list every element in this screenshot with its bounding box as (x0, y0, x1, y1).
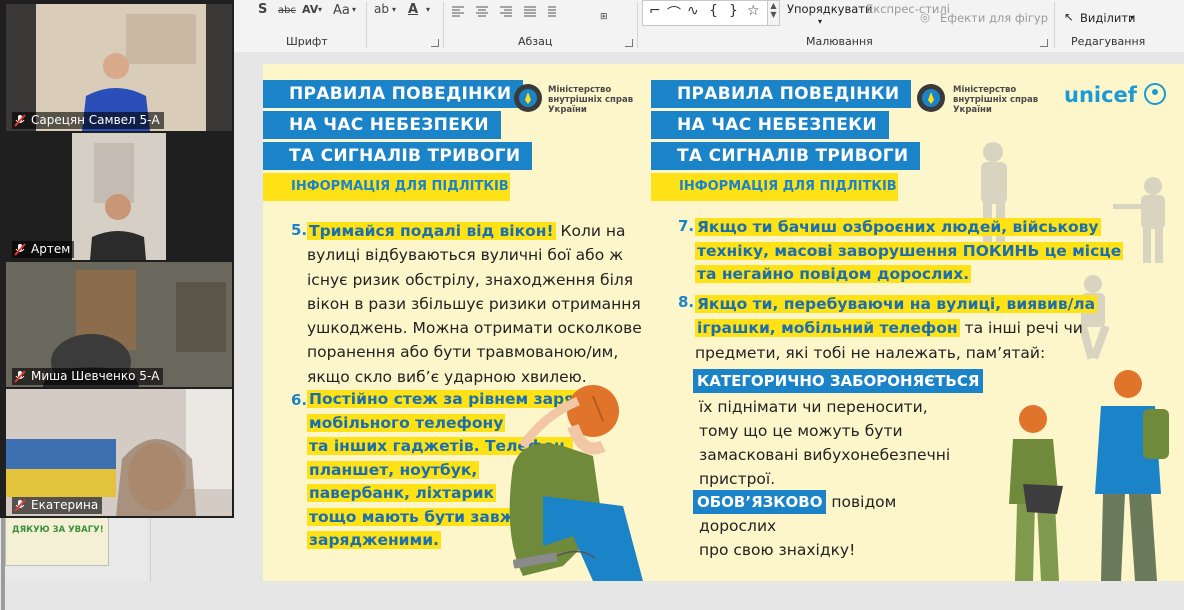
participant-tile[interactable]: Миша Шевченко 5-А (6, 262, 232, 387)
right-subtitle: ІНФОРМАЦІЯ ДЛЯ ПІДЛІТКІВ (651, 173, 898, 201)
text-shadow-button[interactable]: S (258, 2, 267, 17)
right-title-line-3: ТА СИГНАЛІВ ТРИВОГИ (651, 142, 921, 170)
shape-effects-icon[interactable]: ◎ (920, 10, 930, 24)
phone-charging-icon (512, 550, 596, 569)
font-group-label: Шрифт (286, 35, 328, 48)
mic-muted-icon (14, 114, 26, 127)
char-spacing-button[interactable]: AV (302, 3, 318, 16)
unicef-globe-icon (1144, 83, 1167, 105)
drawing-dialog-launcher-icon[interactable] (1040, 39, 1048, 47)
change-case-dropdown-icon[interactable]: ▾ (352, 5, 356, 14)
strikethrough-button[interactable]: abc (278, 5, 296, 16)
slide[interactable]: ПРАВИЛА ПОВЕДІНКИ НА ЧАС НЕБЕЗПЕКИ ТА СИ… (263, 64, 1184, 581)
shape-5[interactable]: } (729, 3, 738, 19)
participant-name-label: Миша Шевченко 5-А (12, 368, 164, 385)
paragraph-dialog-launcher-icon[interactable] (625, 39, 633, 47)
drawing-group-label: Малювання (806, 35, 873, 48)
select-button[interactable]: Виділити (1080, 11, 1136, 25)
ministry-emblem-icon (917, 84, 945, 112)
walking-teens-illustration (1009, 370, 1169, 581)
select-dropdown-icon[interactable]: ▾ (1130, 13, 1134, 22)
smartart-button[interactable]: ⊞ (600, 12, 608, 22)
ministry-emblem-icon (514, 84, 542, 112)
left-title-line-3: ТА СИГНАЛІВ ТРИВОГИ (263, 142, 533, 170)
arrange-button[interactable]: Упорядкувати (787, 2, 872, 16)
right-ministry-label: Міністерство внутрішніх справ України (953, 85, 1039, 115)
mic-muted-icon (14, 370, 26, 383)
item-5-text: Тримайся подалі від вікон! Коли на вулиц… (307, 222, 642, 386)
item-5-lead: Тримайся подалі від вікон! (307, 222, 556, 240)
change-case-button[interactable]: Aa (333, 3, 350, 18)
item-6-number: 6. (291, 391, 308, 409)
participant-name-label: Артем (12, 241, 75, 258)
quick-styles-button[interactable]: Експрес-стилі (866, 2, 950, 16)
participant-tile[interactable]: Сарецян Самвел 5-А (6, 4, 232, 131)
item-8-number: 8. (678, 293, 695, 311)
item-7-number: 7. (678, 217, 695, 235)
editing-group-label: Редагування (1071, 35, 1146, 48)
left-subtitle: ІНФОРМАЦІЯ ДЛЯ ПІДЛІТКІВ (263, 173, 510, 201)
participant-name-label: Екатерина (12, 497, 103, 514)
item-5-number: 5. (291, 221, 308, 239)
shapes-gallery[interactable]: ⌐ ⌒ ∿ { } ☆ ▲ ▼ (642, 0, 780, 26)
font-dialog-launcher-icon[interactable] (431, 39, 439, 47)
slide-thumbnail[interactable]: ДЯКУЮ ЗА УВАГУ! (5, 512, 109, 566)
mic-muted-icon (14, 499, 26, 512)
alignment-buttons[interactable] (452, 6, 572, 18)
char-spacing-dropdown-icon[interactable]: ▾ (318, 5, 322, 14)
arrange-dropdown-icon[interactable]: ▾ (818, 17, 822, 26)
shape-1[interactable]: ⌐ (649, 3, 661, 19)
must-tag: ОБОВ’ЯЗКОВО (693, 490, 827, 514)
slide-thumbnail-text: ДЯКУЮ ЗА УВАГУ! (12, 525, 104, 535)
item-7-text: Якщо ти бачиш озброєних людей, військову… (695, 218, 1124, 284)
shape-4[interactable]: { (709, 3, 718, 19)
video-call-panel: Сарецян Самвел 5-А Артем Миша Шевченко 5… (0, 0, 234, 518)
shape-effects-button[interactable]: Ефекти для фігур (940, 11, 1048, 25)
font-color-button[interactable]: A (408, 2, 418, 17)
shape-2[interactable]: ⌒ (667, 3, 681, 23)
paragraph-group-label: Абзац (518, 35, 553, 48)
must-text: дорослих про свою знахідку! (699, 517, 856, 559)
right-title-line-1: ПРАВИЛА ПОВЕДІНКИ (651, 80, 912, 108)
unicef-logo: unicef (1064, 83, 1167, 107)
shape-6[interactable]: ☆ (747, 3, 760, 19)
must-line: ОБОВ’ЯЗКОВО повідом (693, 490, 896, 514)
forbidden-text: їх піднімати чи переносити, тому що це м… (699, 398, 951, 488)
item-8-text: Якщо ти, перебуваючи на вулиці, виявив/л… (695, 295, 1098, 362)
shape-3[interactable]: ∿ (687, 3, 699, 19)
left-title-line-1: ПРАВИЛА ПОВЕДІНКИ (263, 80, 524, 108)
left-ministry-label: Міністерство внутрішніх справ України (548, 85, 634, 115)
text-highlight-button[interactable]: ab (374, 2, 389, 16)
select-icon[interactable]: ↖ (1064, 10, 1074, 24)
left-title-line-2: НА ЧАС НЕБЕЗПЕКИ (263, 111, 501, 139)
highlight-dropdown-icon[interactable]: ▾ (392, 5, 396, 14)
forbidden-tag: КАТЕГОРИЧНО ЗАБОРОНЯЄТЬСЯ (693, 369, 984, 393)
right-title-line-2: НА ЧАС НЕБЕЗПЕКИ (651, 111, 889, 139)
participant-name-label: Сарецян Самвел 5-А (12, 112, 164, 129)
shapes-scroll-icon[interactable]: ▲ ▼ (767, 1, 779, 25)
participant-tile[interactable]: Артем (6, 133, 232, 260)
mic-muted-icon (14, 243, 26, 256)
font-color-dropdown-icon[interactable]: ▾ (426, 5, 430, 14)
participant-tile[interactable]: Екатерина (6, 389, 232, 516)
